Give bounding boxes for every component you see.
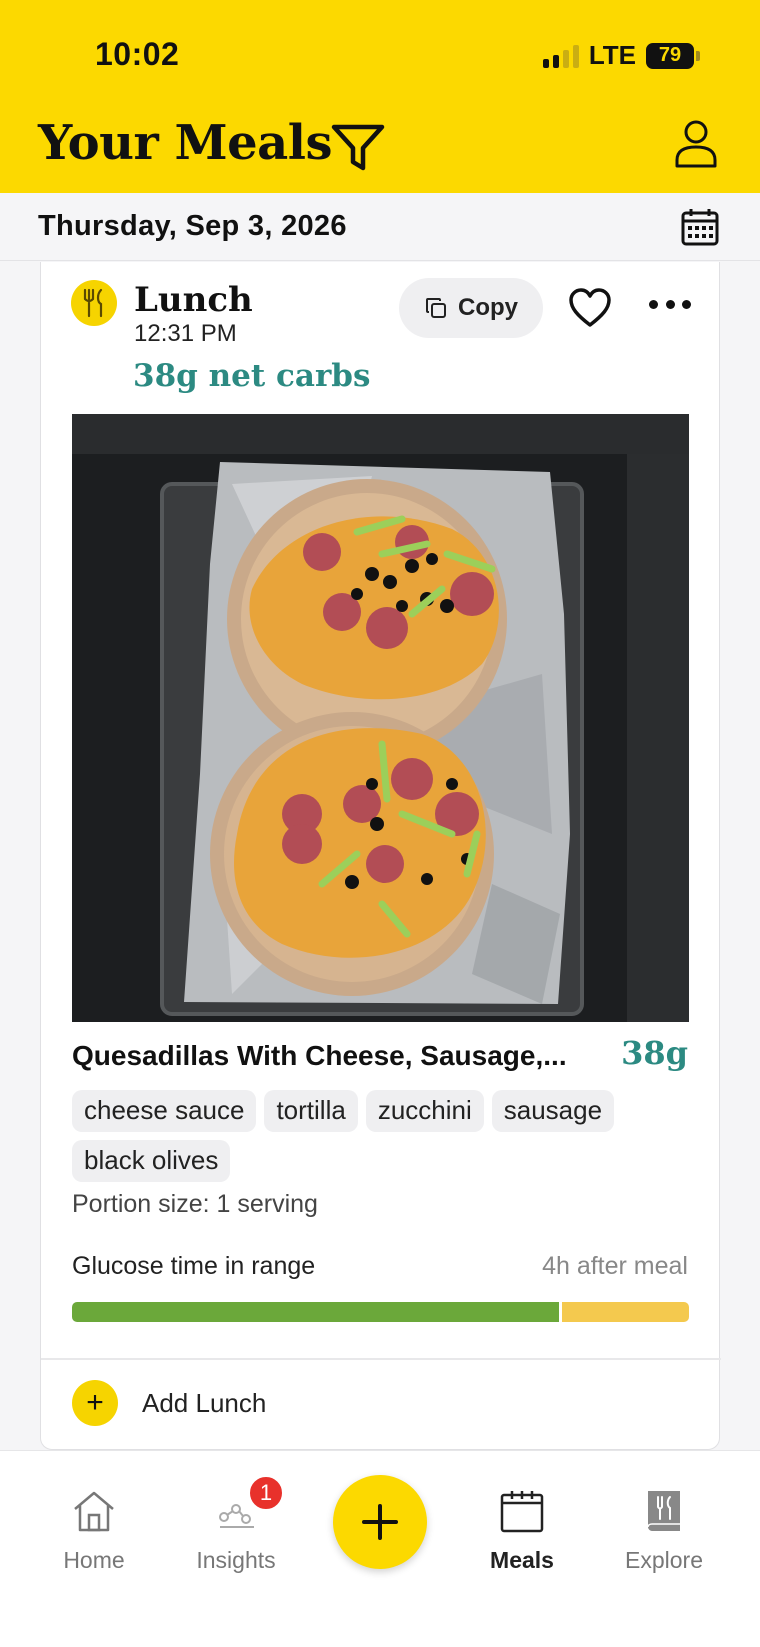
selected-date[interactable]: Thursday, Sep 3, 2026 [38,210,347,243]
more-options-icon[interactable] [649,300,691,314]
glucose-window: 4h after meal [542,1252,688,1280]
heart-icon[interactable] [567,286,613,330]
tab-meals[interactable]: Meals [462,1487,582,1574]
portion-size: Portion size: 1 serving [72,1190,318,1218]
net-carbs: 38g net carbs [133,358,371,394]
glucose-range-bar [72,1302,689,1322]
status-time: 10:02 [95,36,180,72]
food-name[interactable]: Quesadillas With Cheese, Sausage,... [72,1040,592,1072]
profile-icon[interactable] [674,118,718,170]
signal-icon [542,44,579,68]
plus-icon [362,1504,398,1540]
tab-home[interactable]: Home [34,1487,154,1574]
food-carbs: 38g [621,1034,688,1072]
network-label: LTE [588,40,636,70]
meals-calendar-icon [500,1491,544,1533]
meal-type: Lunch [134,280,253,320]
explore-book-icon [647,1491,680,1531]
calendar-icon[interactable] [680,207,720,247]
ingredient-tag: tortilla [264,1090,358,1132]
copy-label: Copy [458,294,518,321]
meal-time: 12:31 PM [134,320,237,347]
page-title: Your Meals [38,115,333,171]
glucose-above-range-segment [562,1302,689,1322]
add-lunch-label: Add Lunch [142,1387,267,1418]
copy-button[interactable]: Copy [399,278,543,338]
tab-label: Explore [625,1547,703,1573]
app-header: 10:02 LTE 79 Your Meals [0,0,760,193]
meal-card: Lunch 12:31 PM 38g net carbs Copy Quesad… [40,262,721,1450]
tab-insights[interactable]: 1 Insights [176,1475,296,1574]
battery-level: 79 [646,42,694,69]
add-meal-button[interactable] [333,1475,427,1569]
fork-knife-icon [71,280,117,326]
tab-label: Home [63,1547,125,1573]
ingredient-tag: black olives [72,1140,231,1182]
ingredient-tag: cheese sauce [72,1090,257,1132]
ingredient-tag: zucchini [365,1090,484,1132]
divider [41,1358,721,1360]
ingredient-tag: sausage [491,1090,615,1132]
glucose-label: Glucose time in range [72,1252,316,1280]
meal-photo[interactable] [72,414,689,1022]
tab-label: Insights [196,1547,276,1573]
ingredient-tags: cheese sauce tortilla zucchini sausage b… [72,1090,632,1182]
home-icon [74,1491,114,1532]
notification-badge: 1 [248,1475,284,1511]
filter-icon[interactable] [330,122,386,174]
status-indicators: LTE 79 [542,40,700,71]
date-bar: Thursday, Sep 3, 2026 [0,193,760,261]
add-lunch-button[interactable]: + Add Lunch [72,1380,266,1426]
bottom-tab-bar: Home 1 Insights Meals Explore [0,1450,760,1647]
glucose-in-range-segment [72,1302,560,1322]
plus-icon: + [72,1380,118,1426]
copy-icon [426,298,446,318]
tab-label: Meals [490,1547,554,1573]
battery-icon: 79 [646,42,700,69]
tab-explore[interactable]: Explore [604,1487,724,1574]
